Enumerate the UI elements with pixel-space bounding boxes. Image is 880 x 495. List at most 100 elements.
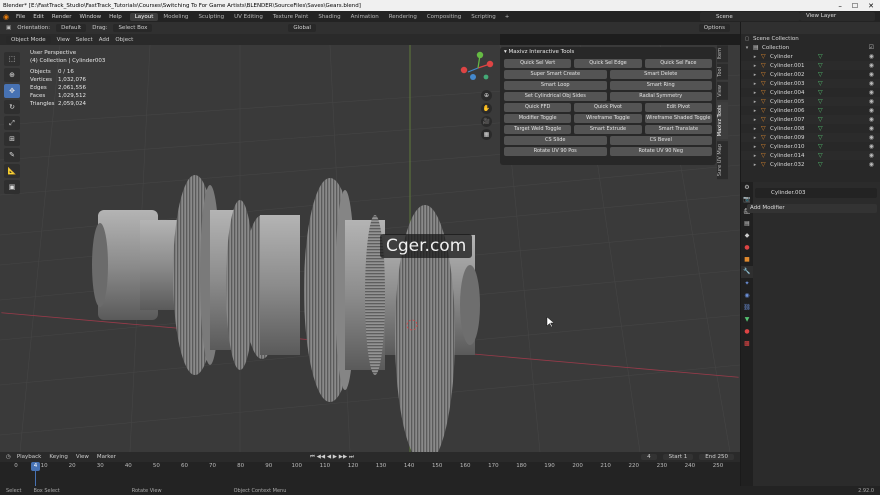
rotate-tool-icon[interactable]: ↻ bbox=[4, 100, 20, 114]
timeline-menu-keying[interactable]: Keying bbox=[49, 454, 67, 460]
menu-file[interactable]: File bbox=[12, 14, 29, 20]
current-frame-field[interactable]: 4 bbox=[641, 454, 657, 460]
tab-modeling[interactable]: Modeling bbox=[158, 13, 193, 21]
tab-sculpting[interactable]: Sculpting bbox=[193, 13, 229, 21]
tool-button-cs-slide[interactable]: CS Slide bbox=[504, 136, 607, 145]
tab-rendering[interactable]: Rendering bbox=[384, 13, 422, 21]
visibility-eye-icon[interactable]: ◉ bbox=[869, 62, 874, 69]
outliner-item[interactable]: ▸ ▽ Cylinder.009 ▽ ◉ bbox=[741, 133, 880, 142]
outliner-item[interactable]: ▸ ▽ Cylinder.006 ▽ ◉ bbox=[741, 106, 880, 115]
visibility-eye-icon[interactable]: ◉ bbox=[869, 80, 874, 87]
select-menu[interactable]: Select bbox=[76, 37, 93, 43]
object-menu[interactable]: Object bbox=[115, 37, 133, 43]
tab-uv-editing[interactable]: UV Editing bbox=[229, 13, 268, 21]
visibility-eye-icon[interactable]: ◉ bbox=[869, 89, 874, 96]
tool-button-quick-pivot[interactable]: Quick Pivot bbox=[574, 103, 642, 112]
measure-tool-icon[interactable]: 📐 bbox=[4, 164, 20, 178]
menu-window[interactable]: Window bbox=[75, 14, 105, 20]
visibility-eye-icon[interactable]: ◉ bbox=[869, 107, 874, 114]
visibility-eye-icon[interactable]: ◉ bbox=[869, 125, 874, 132]
add-workspace-icon[interactable]: + bbox=[501, 14, 514, 20]
playhead[interactable]: 4 bbox=[31, 462, 40, 471]
playback-controls[interactable]: ⏮ ◀◀ ◀ ▶ ▶▶ ⏭ bbox=[310, 454, 354, 461]
collection-row[interactable]: ▾ ▤ Collection ☑ bbox=[741, 43, 880, 52]
data-props-icon[interactable]: ▼ bbox=[741, 314, 753, 326]
add-modifier-dropdown[interactable]: Add Modifier bbox=[747, 204, 877, 213]
physics-props-icon[interactable]: ◉ bbox=[741, 290, 753, 302]
tool-button-cs-bevel[interactable]: CS Bevel bbox=[609, 136, 712, 145]
expand-arrow-icon[interactable]: ▸ bbox=[749, 99, 761, 105]
select-tool-icon[interactable]: ⬚ bbox=[4, 52, 20, 66]
tool-props-icon[interactable]: ⚙ bbox=[741, 182, 753, 194]
start-frame-field[interactable]: Start 1 bbox=[662, 454, 694, 460]
menu-help[interactable]: Help bbox=[105, 14, 126, 20]
transform-tool-icon[interactable]: ⊞ bbox=[4, 132, 20, 146]
visibility-eye-icon[interactable]: ◉ bbox=[869, 116, 874, 123]
close-icon[interactable]: ✕ bbox=[868, 2, 874, 10]
visibility-eye-icon[interactable]: ◉ bbox=[869, 143, 874, 150]
timeline[interactable]: 0 10 20 30 40 50 60 70 80 90 100 110 120 130 140 150 160… bbox=[0, 462, 740, 486]
outliner-item[interactable]: ▸ ▽ Cylinder.032 ▽ ◉ bbox=[741, 160, 880, 169]
minimize-icon[interactable]: – bbox=[838, 2, 842, 10]
visibility-eye-icon[interactable]: ◉ bbox=[869, 98, 874, 105]
outliner-item[interactable]: ▸ ▽ Cylinder.010 ▽ ◉ bbox=[741, 142, 880, 151]
object-mode-icon[interactable]: ▣ bbox=[6, 25, 11, 31]
sidebar-tab-maxivz-tools[interactable]: Maxivz Tools bbox=[717, 101, 728, 140]
texture-props-icon[interactable]: ▩ bbox=[741, 338, 753, 350]
zoom-icon[interactable]: ⊕ bbox=[481, 90, 492, 101]
outliner-item[interactable]: ▸ ▽ Cylinder.003 ▽ ◉ bbox=[741, 79, 880, 88]
move-tool-icon[interactable]: ✥ bbox=[4, 84, 20, 98]
material-props-icon[interactable]: ● bbox=[741, 326, 753, 338]
gear-model[interactable] bbox=[92, 175, 480, 452]
outliner-item[interactable]: ▸ ▽ Cylinder.002 ▽ ◉ bbox=[741, 70, 880, 79]
expand-arrow-icon[interactable]: ▸ bbox=[749, 153, 761, 159]
scene-collection-row[interactable]: ▢ Scene Collection bbox=[741, 34, 880, 43]
timeline-menu-view[interactable]: View bbox=[76, 454, 89, 460]
tool-button-smart-translate[interactable]: Smart Translate bbox=[644, 125, 712, 134]
view-layer-props-icon[interactable]: ▤ bbox=[741, 218, 753, 230]
expand-arrow-icon[interactable]: ▸ bbox=[749, 54, 761, 60]
menu-render[interactable]: Render bbox=[48, 14, 76, 20]
expand-arrow-icon[interactable]: ▸ bbox=[749, 63, 761, 69]
expand-arrow-icon[interactable]: ▸ bbox=[749, 144, 761, 150]
object-props-icon[interactable]: ■ bbox=[741, 254, 753, 266]
tab-scripting[interactable]: Scripting bbox=[466, 13, 500, 21]
constraints-props-icon[interactable]: ⛓ bbox=[741, 302, 753, 314]
scene-selector[interactable]: Scene bbox=[700, 12, 800, 21]
tool-button-edit-pivot[interactable]: Edit Pivot bbox=[644, 103, 712, 112]
expand-arrow-icon[interactable]: ▸ bbox=[749, 126, 761, 132]
tool-button-quick-sel-vert[interactable]: Quick Sel Vert bbox=[504, 59, 572, 68]
expand-arrow-icon[interactable]: ▸ bbox=[749, 81, 761, 87]
world-props-icon[interactable]: ● bbox=[741, 242, 753, 254]
visibility-eye-icon[interactable]: ◉ bbox=[869, 53, 874, 60]
options-dropdown[interactable]: Options bbox=[698, 24, 730, 32]
outliner-item[interactable]: ▸ ▽ Cylinder.008 ▽ ◉ bbox=[741, 124, 880, 133]
tool-button-target-weld-toggle[interactable]: Target Weld Toggle bbox=[504, 125, 572, 134]
add-cube-tool-icon[interactable]: ▣ bbox=[4, 180, 20, 194]
sidebar-tab-tool[interactable]: Tool bbox=[717, 64, 728, 81]
visibility-eye-icon[interactable]: ◉ bbox=[869, 134, 874, 141]
timeline-menu-marker[interactable]: Marker bbox=[97, 454, 116, 460]
modifier-props-icon[interactable]: 🔧 bbox=[741, 266, 753, 278]
maximize-icon[interactable]: ☐ bbox=[852, 2, 858, 10]
tool-button-super-smart-create[interactable]: Super Smart Create bbox=[504, 70, 607, 79]
pan-hand-icon[interactable]: ✋ bbox=[481, 103, 492, 114]
blender-logo-icon[interactable]: ◉ bbox=[0, 13, 12, 21]
cursor-tool-icon[interactable]: ⊕ bbox=[4, 68, 20, 82]
expand-arrow-icon[interactable]: ▸ bbox=[749, 135, 761, 141]
view-menu[interactable]: View bbox=[57, 37, 70, 43]
grid-toggle-icon[interactable]: ▦ bbox=[481, 129, 492, 140]
tool-button-set-cylindrical-obj-sides[interactable]: Set Cylindrical Obj Sides bbox=[504, 92, 607, 101]
outliner-item[interactable]: ▸ ▽ Cylinder.005 ▽ ◉ bbox=[741, 97, 880, 106]
navigation-gizmo[interactable] bbox=[460, 50, 496, 86]
drag-dropdown[interactable]: Select Box bbox=[113, 24, 153, 32]
timeline-editor-icon[interactable]: ◷ bbox=[6, 454, 11, 460]
orientation-dropdown[interactable]: Default bbox=[56, 24, 87, 32]
tool-button-wireframe-shaded-toggle[interactable]: Wireframe Shaded Toggle bbox=[644, 114, 712, 123]
sidebar-tab-view[interactable]: View bbox=[717, 82, 728, 100]
visibility-eye-icon[interactable]: ◉ bbox=[869, 71, 874, 78]
view-layer-selector[interactable]: View Layer bbox=[800, 12, 875, 21]
annotate-tool-icon[interactable]: ✎ bbox=[4, 148, 20, 162]
outliner-item[interactable]: ▸ ▽ Cylinder ▽ ◉ bbox=[741, 52, 880, 61]
tool-button-rotate-uv-90-neg[interactable]: Rotate UV 90 Neg bbox=[609, 147, 712, 156]
